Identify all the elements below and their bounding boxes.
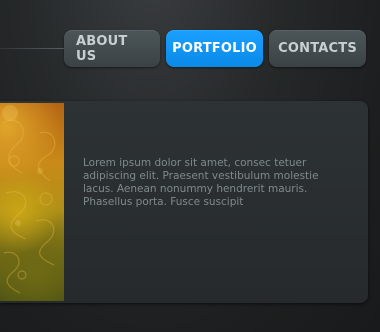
text-line: Phasellus porta. Fusce suscipit	[83, 196, 244, 208]
main-navigation: ABOUT US PORTFOLIO CONTACTS	[64, 30, 366, 67]
panel-description-text: Lorem ipsum dolor sit amet, consec tetue…	[83, 157, 353, 209]
content-panel: Lorem ipsum dolor sit amet, consec tetue…	[0, 101, 368, 303]
nav-portfolio-button[interactable]: PORTFOLIO	[166, 30, 263, 67]
page: ABOUT US PORTFOLIO CONTACTS Lorem ipsum …	[0, 0, 380, 332]
text-line: adipiscing elit. Praesent vestibulum mol…	[83, 170, 319, 182]
nav-contacts-button[interactable]: CONTACTS	[269, 30, 366, 67]
text-line: Lorem ipsum dolor sit amet, consec tetue…	[83, 157, 307, 169]
floral-swirl-pattern-icon	[1, 105, 56, 294]
ornate-gold-floral-image	[0, 103, 64, 301]
nav-about-us-button[interactable]: ABOUT US	[64, 30, 160, 67]
header-divider-line	[0, 48, 64, 49]
text-line: lacus. Aenean nonummy hendrerit mauris.	[83, 183, 308, 195]
